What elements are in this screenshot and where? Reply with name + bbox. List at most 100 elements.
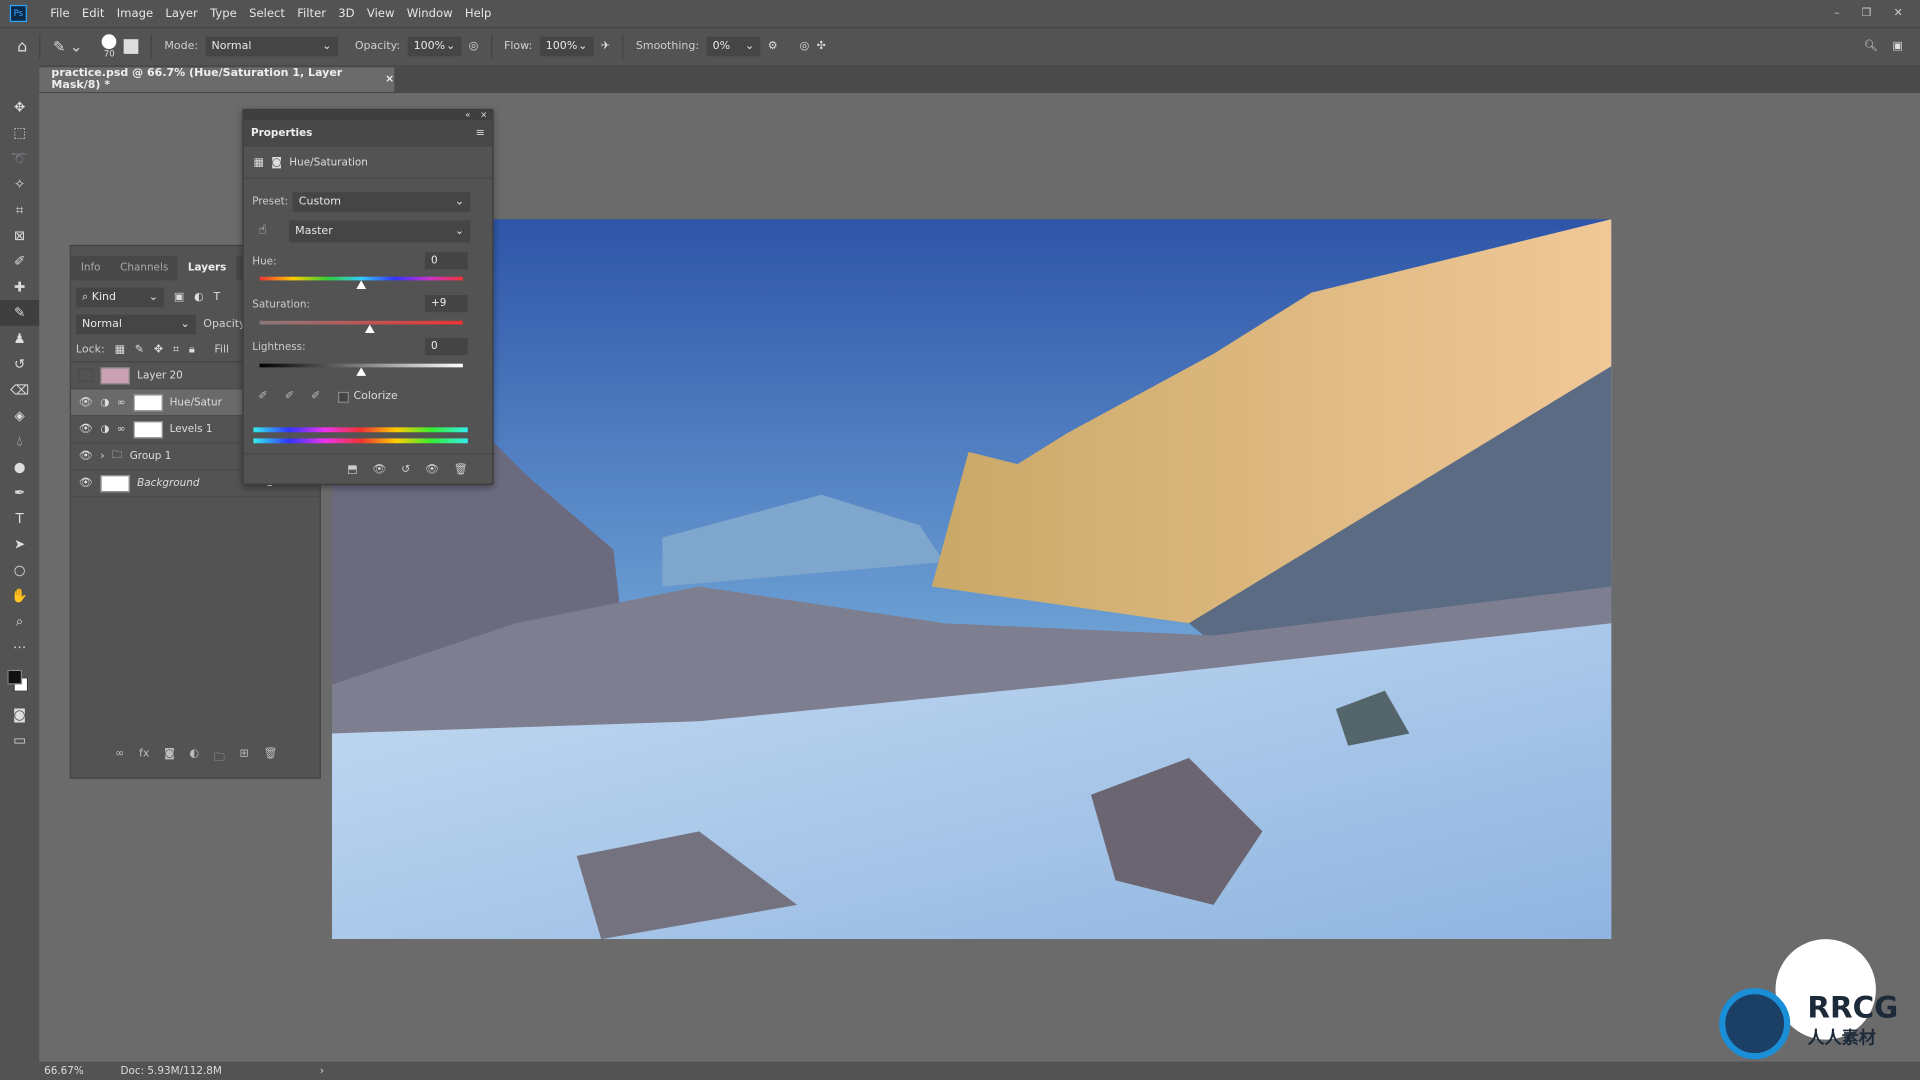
adjustment-icon[interactable]: ▦ bbox=[253, 156, 263, 168]
view-previous-icon[interactable]: 👁︎ bbox=[372, 463, 386, 475]
blur-tool-icon[interactable]: 💧︎ bbox=[0, 429, 39, 455]
new-group-icon[interactable]: 🗀 bbox=[214, 748, 225, 768]
workspace-icon[interactable]: ▣ bbox=[1892, 40, 1902, 52]
saturation-slider[interactable] bbox=[259, 320, 463, 325]
menu-image[interactable]: Image bbox=[111, 7, 160, 20]
flow-input[interactable]: 100% ⌄ bbox=[539, 36, 594, 57]
layer-mask-thumbnail[interactable] bbox=[132, 393, 163, 411]
menu-3d[interactable]: 3D bbox=[332, 7, 361, 20]
paint-bucket-tool-icon[interactable]: ◈ bbox=[0, 403, 39, 429]
eye-icon[interactable]: 👁︎ bbox=[78, 423, 93, 435]
tab-info[interactable]: Info bbox=[71, 256, 110, 280]
smoothing-input[interactable]: 0% ⌄ bbox=[706, 36, 761, 57]
menu-filter[interactable]: Filter bbox=[291, 7, 332, 20]
eyedropper-tool-icon[interactable]: ✐ bbox=[0, 249, 39, 275]
adjustment-filter-icon[interactable]: ◐ bbox=[194, 291, 204, 303]
zoom-tool-icon[interactable]: ⌕ bbox=[0, 609, 39, 635]
lock-artboard-icon[interactable]: ⌗ bbox=[173, 344, 179, 356]
brush-tool-icon[interactable]: ✎ bbox=[0, 300, 40, 326]
document-tab[interactable]: practice.psd @ 66.7% (Hue/Saturation 1, … bbox=[39, 67, 394, 92]
type-tool-icon[interactable]: T bbox=[0, 506, 39, 532]
saturation-slider-thumb[interactable] bbox=[365, 324, 376, 334]
visibility-eye-icon[interactable]: 👁︎ bbox=[425, 463, 439, 475]
hue-slider-thumb[interactable] bbox=[356, 280, 367, 289]
targeted-adjustment-hand-icon[interactable]: ☝ bbox=[258, 222, 266, 238]
close-tab-button[interactable]: × bbox=[385, 73, 394, 85]
lock-transparent-icon[interactable]: ▦ bbox=[115, 344, 125, 356]
visibility-toggle[interactable] bbox=[78, 368, 94, 383]
lock-position-icon[interactable]: ✥ bbox=[154, 344, 163, 356]
color-swatches[interactable] bbox=[0, 660, 39, 702]
pressure-size-icon[interactable]: ◎ bbox=[800, 40, 810, 52]
opacity-input[interactable]: 100% ⌄ bbox=[407, 36, 462, 57]
move-tool-icon[interactable]: ✥ bbox=[0, 94, 39, 120]
preset-select[interactable]: Custom ⌄ bbox=[292, 192, 471, 212]
lock-pixels-icon[interactable]: ✎ bbox=[135, 344, 144, 356]
fx-icon[interactable]: fx bbox=[139, 748, 149, 768]
lightness-input[interactable]: 0 bbox=[424, 337, 468, 356]
eye-icon[interactable]: 👁︎ bbox=[78, 450, 93, 462]
layer-mask-thumbnail[interactable] bbox=[132, 420, 163, 438]
menu-window[interactable]: Window bbox=[401, 7, 459, 20]
lasso-tool-icon[interactable]: ➰ bbox=[0, 146, 39, 172]
marquee-tool-icon[interactable]: ⬚ bbox=[0, 120, 39, 146]
menu-type[interactable]: Type bbox=[204, 7, 243, 20]
mask-icon[interactable]: ◙ bbox=[271, 156, 282, 168]
screen-mode-icon[interactable]: ▭ bbox=[0, 727, 39, 753]
eyedropper-icon[interactable]: ✐ bbox=[258, 391, 267, 403]
tab-layers[interactable]: Layers bbox=[178, 255, 237, 281]
lock-all-icon[interactable]: 🔒︎ bbox=[189, 344, 195, 356]
properties-tab[interactable]: Properties bbox=[251, 127, 312, 139]
gear-icon[interactable]: ⚙ bbox=[768, 40, 778, 52]
menu-select[interactable]: Select bbox=[243, 7, 291, 20]
collapse-icon[interactable]: « bbox=[465, 110, 470, 120]
delete-adjustment-icon[interactable]: 🗑︎ bbox=[454, 463, 468, 475]
new-layer-icon[interactable]: ⊞ bbox=[240, 748, 249, 768]
add-mask-icon[interactable]: ◙ bbox=[164, 748, 175, 768]
document-canvas[interactable] bbox=[331, 219, 1612, 940]
brush-preset-picker[interactable]: 70 bbox=[101, 34, 117, 59]
menu-edit[interactable]: Edit bbox=[76, 7, 111, 20]
pixel-filter-icon[interactable]: ▣ bbox=[174, 291, 184, 303]
close-icon[interactable]: ✕ bbox=[1894, 7, 1903, 19]
frame-tool-icon[interactable]: ⊠ bbox=[0, 223, 39, 249]
colorize-checkbox[interactable] bbox=[337, 391, 349, 403]
menu-help[interactable]: Help bbox=[459, 7, 498, 20]
eyedropper-subtract-icon[interactable]: ✐ bbox=[311, 391, 320, 403]
panel-menu-icon[interactable]: ≡ bbox=[476, 127, 485, 139]
type-filter-icon[interactable]: T bbox=[214, 291, 221, 303]
dodge-tool-icon[interactable]: ● bbox=[0, 454, 39, 480]
stamp-tool-icon[interactable]: ♟ bbox=[0, 326, 39, 352]
tab-channels[interactable]: Channels bbox=[110, 256, 178, 280]
menu-layer[interactable]: Layer bbox=[159, 7, 204, 20]
quick-mask-icon[interactable]: ◙ bbox=[0, 702, 39, 728]
brush-tool-icon[interactable]: ✎ ⌄ bbox=[53, 38, 82, 55]
eraser-tool-icon[interactable]: ⌫ bbox=[0, 377, 39, 403]
blend-mode-select[interactable]: Normal ⌄ bbox=[75, 314, 196, 335]
filter-kind-select[interactable]: ⌕ Kind ⌄ bbox=[75, 287, 165, 308]
zoom-level[interactable]: 66.67% bbox=[44, 1065, 84, 1077]
crop-tool-icon[interactable]: ⌗ bbox=[0, 197, 39, 223]
delete-layer-icon[interactable]: 🗑︎ bbox=[263, 748, 277, 768]
menu-file[interactable]: File bbox=[44, 7, 76, 20]
airbrush-icon[interactable]: ✈ bbox=[601, 40, 610, 52]
link-layers-icon[interactable]: ∞ bbox=[115, 748, 124, 768]
saturation-input[interactable]: +9 bbox=[424, 295, 468, 313]
hand-tool-icon[interactable]: ✋ bbox=[0, 583, 39, 609]
pressure-opacity-icon[interactable]: ◎ bbox=[469, 40, 479, 52]
home-icon[interactable]: ⌂ bbox=[17, 37, 27, 55]
eyedropper-add-icon[interactable]: ✐ bbox=[285, 391, 294, 403]
healing-brush-tool-icon[interactable]: ✚ bbox=[0, 274, 39, 300]
menu-view[interactable]: View bbox=[361, 7, 401, 20]
expand-chevron-icon[interactable]: › bbox=[100, 450, 104, 462]
restore-icon[interactable]: ❐ bbox=[1862, 7, 1872, 19]
clip-to-layer-icon[interactable]: ⬒ bbox=[347, 463, 357, 475]
minimize-icon[interactable]: – bbox=[1834, 7, 1840, 19]
shape-tool-icon[interactable]: ○ bbox=[0, 557, 39, 583]
search-icon[interactable]: 🔍︎ bbox=[1864, 40, 1878, 52]
eye-icon[interactable]: 👁︎ bbox=[78, 477, 93, 489]
mode-select[interactable]: Normal ⌄ bbox=[205, 36, 338, 57]
channel-select[interactable]: Master ⌄ bbox=[288, 220, 471, 243]
reset-icon[interactable]: ↺ bbox=[401, 463, 410, 475]
lightness-slider-thumb[interactable] bbox=[356, 367, 367, 376]
